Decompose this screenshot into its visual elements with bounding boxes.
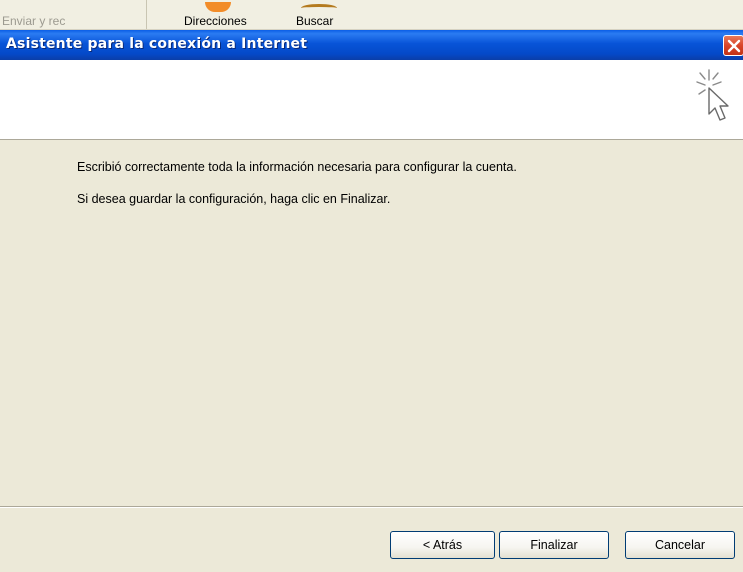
toolbar-item-send-receive[interactable]: Enviar y rec bbox=[2, 14, 65, 28]
footer-separator bbox=[0, 506, 743, 508]
back-button[interactable]: < Atrás bbox=[390, 531, 495, 559]
toolbar-item-search[interactable]: Buscar bbox=[296, 14, 333, 28]
close-icon bbox=[727, 39, 741, 53]
wizard-header bbox=[0, 60, 743, 140]
background-toolbar: Enviar y rec Direcciones Buscar bbox=[0, 0, 743, 30]
toolbar-item-addresses[interactable]: Direcciones bbox=[184, 14, 247, 28]
addresses-icon bbox=[205, 2, 231, 12]
dialog-title: Asistente para la conexión a Internet bbox=[6, 36, 308, 52]
finish-button[interactable]: Finalizar bbox=[499, 531, 609, 559]
dialog-titlebar[interactable]: Asistente para la conexión a Internet bbox=[0, 30, 743, 60]
message-line-2: Si desea guardar la configuración, haga … bbox=[77, 192, 391, 206]
toolbar-separator bbox=[146, 0, 147, 29]
cancel-button[interactable]: Cancelar bbox=[625, 531, 735, 559]
close-button[interactable] bbox=[723, 35, 743, 56]
wizard-cursor-icon bbox=[696, 69, 729, 121]
message-line-1: Escribió correctamente toda la informaci… bbox=[77, 160, 517, 174]
search-icon bbox=[301, 4, 337, 12]
